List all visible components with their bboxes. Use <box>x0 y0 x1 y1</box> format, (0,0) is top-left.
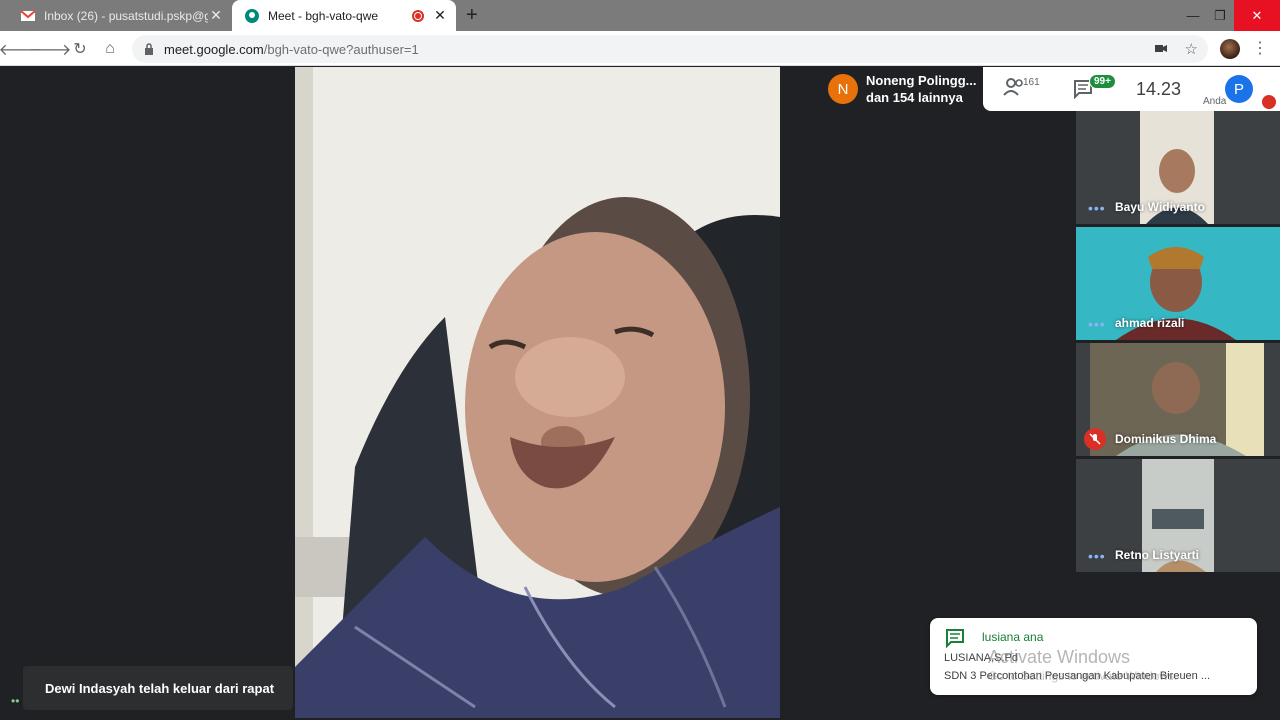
participant-name: ahmad rizali <box>1115 316 1185 330</box>
chat-unread-badge: 99+ <box>1089 74 1116 89</box>
leave-notification-toast: Dewi Indasyah telah keluar dari rapat <box>23 666 293 710</box>
new-tab-button[interactable]: + <box>466 4 478 27</box>
more-options-icon[interactable]: ••• <box>1088 548 1106 564</box>
participant-tile[interactable]: Dominikus Dhima <box>1076 343 1280 456</box>
browser-menu-icon[interactable]: ⋮ <box>1252 38 1268 58</box>
tab-strip: Inbox (26) - pusatstudi.pskp@gm ✕ Meet -… <box>0 0 1280 31</box>
participant-tile[interactable]: ••• Retno Listyarti <box>1076 459 1280 572</box>
main-speaker-video <box>295 67 780 718</box>
chat-message-popup[interactable]: lusiana ana LUSIANA,S.Pd SDN 3 Percontoh… <box>930 618 1257 695</box>
participant-name: Retno Listyarti <box>1115 548 1200 562</box>
url-host: meet.google.com <box>164 41 264 57</box>
recording-icon <box>412 9 424 22</box>
participant-name: Bayu Widiyanto <box>1115 200 1205 214</box>
presenter-name: Noneng Polingg... <box>866 73 977 88</box>
url-field[interactable]: meet.google.com/bgh-vato-qwe?authuser=1 … <box>132 35 1208 63</box>
address-bar: 🡐 🡒 ↻ ⌂ meet.google.com/bgh-vato-qwe?aut… <box>0 31 1280 66</box>
profile-avatar[interactable] <box>1220 39 1240 59</box>
close-window-button[interactable]: ✕ <box>1234 0 1280 31</box>
chat-message-line1: LUSIANA,S.Pd <box>944 652 1018 664</box>
toast-text: Dewi Indasyah telah keluar dari rapat <box>45 680 275 696</box>
reload-button[interactable]: ↻ <box>68 37 92 61</box>
tab-title: Inbox (26) - pusatstudi.pskp@gm <box>44 8 208 23</box>
bookmark-star-icon[interactable]: ☆ <box>1185 40 1198 58</box>
close-tab-icon[interactable]: ✕ <box>432 7 448 24</box>
chat-message-line2: SDN 3 Percontohan Peusangan Kabupaten Bi… <box>944 670 1211 682</box>
chat-sender: lusiana ana <box>982 630 1044 644</box>
more-options-icon[interactable]: ••• <box>1088 200 1106 216</box>
home-button[interactable]: ⌂ <box>98 37 122 61</box>
participant-tile[interactable]: ••• ahmad rizali <box>1076 227 1280 340</box>
tab-gmail[interactable]: Inbox (26) - pusatstudi.pskp@gm ✕ <box>8 0 232 31</box>
self-mic-off-icon <box>1262 95 1276 109</box>
participant-count: 161 <box>1023 77 1040 88</box>
close-tab-icon[interactable]: ✕ <box>208 7 224 24</box>
pinned-presenter-info[interactable]: N Noneng Polingg... dan 154 lainnya <box>821 67 983 111</box>
tab-meet[interactable]: Meet - bgh-vato-qwe ✕ <box>232 0 456 31</box>
meet-stage: N Noneng Polingg... dan 154 lainnya 161 … <box>0 67 1280 720</box>
self-avatar[interactable]: P <box>1225 75 1253 103</box>
presenter-avatar: N <box>828 74 858 104</box>
more-options-icon[interactable]: ••• <box>1088 316 1106 332</box>
url-path: /bgh-vato-qwe?authuser=1 <box>263 41 419 57</box>
participant-tile[interactable]: ••• Bayu Widiyanto <box>1076 111 1280 224</box>
presenter-others: dan 154 lainnya <box>866 90 963 105</box>
chat-message-icon <box>946 629 964 648</box>
meet-icon <box>245 8 259 23</box>
restore-button[interactable]: ❐ <box>1203 0 1237 31</box>
people-icon[interactable] <box>1003 77 1025 97</box>
participant-name: Dominikus Dhima <box>1115 432 1217 446</box>
lock-icon <box>145 43 153 55</box>
forward-button[interactable]: 🡒 <box>29 37 72 61</box>
meet-top-toolbar: 161 99+ 14.23 Anda P <box>983 67 1280 111</box>
activity-dots-icon: •• <box>11 694 20 708</box>
mic-off-icon <box>1084 428 1106 450</box>
meeting-clock: 14.23 <box>1136 79 1182 99</box>
gmail-icon <box>20 9 36 21</box>
self-label: Anda <box>1203 96 1227 107</box>
camera-permission-icon[interactable] <box>1154 41 1168 55</box>
tab-title: Meet - bgh-vato-qwe <box>268 8 379 23</box>
